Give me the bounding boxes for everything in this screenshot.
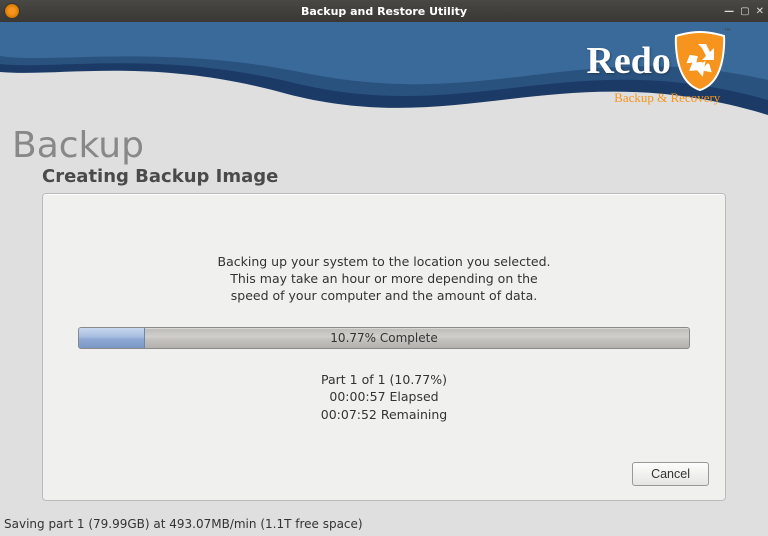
page-subheading: Creating Backup Image (42, 166, 756, 187)
logo: Redo Backup & Recovery (586, 30, 728, 106)
progress-stats: Part 1 of 1 (10.77%) 00:00:57 Elapsed 00… (78, 371, 690, 424)
remaining-line: 00:07:52 Remaining (321, 407, 448, 422)
progress-bar: 10.77% Complete (78, 327, 690, 349)
elapsed-line: 00:00:57 Elapsed (329, 389, 438, 404)
logo-tagline: Backup & Recovery (586, 90, 728, 106)
status-text: Saving part 1 (79.99GB) at 493.07MB/min … (4, 517, 363, 531)
window-titlebar: Backup and Restore Utility — ▢ ✕ (0, 0, 768, 22)
window-title: Backup and Restore Utility (0, 5, 768, 18)
main-content: Backup Creating Backup Image Backing up … (0, 115, 768, 515)
msg-line: This may take an hour or more depending … (230, 271, 537, 286)
part-line: Part 1 of 1 (10.77%) (321, 372, 447, 387)
trademark-icon: ™ (723, 28, 732, 38)
logo-wordmark: Redo (586, 39, 670, 83)
close-icon[interactable]: ✕ (756, 6, 764, 17)
msg-line: Backing up your system to the location y… (218, 254, 551, 269)
cancel-button[interactable]: Cancel (632, 462, 709, 486)
info-message: Backing up your system to the location y… (78, 254, 690, 305)
page-heading: Backup (12, 125, 756, 166)
progress-panel: Backing up your system to the location y… (42, 193, 726, 501)
maximize-icon[interactable]: ▢ (740, 6, 749, 17)
header-banner: ™ Redo Backup & Recovery (0, 22, 768, 115)
minimize-icon[interactable]: — (724, 6, 734, 17)
progress-label: 10.77% Complete (79, 328, 689, 348)
app-icon (4, 3, 20, 19)
recycle-shield-icon (672, 30, 728, 92)
msg-line: speed of your computer and the amount of… (231, 288, 537, 303)
status-bar: Saving part 1 (79.99GB) at 493.07MB/min … (0, 515, 768, 536)
